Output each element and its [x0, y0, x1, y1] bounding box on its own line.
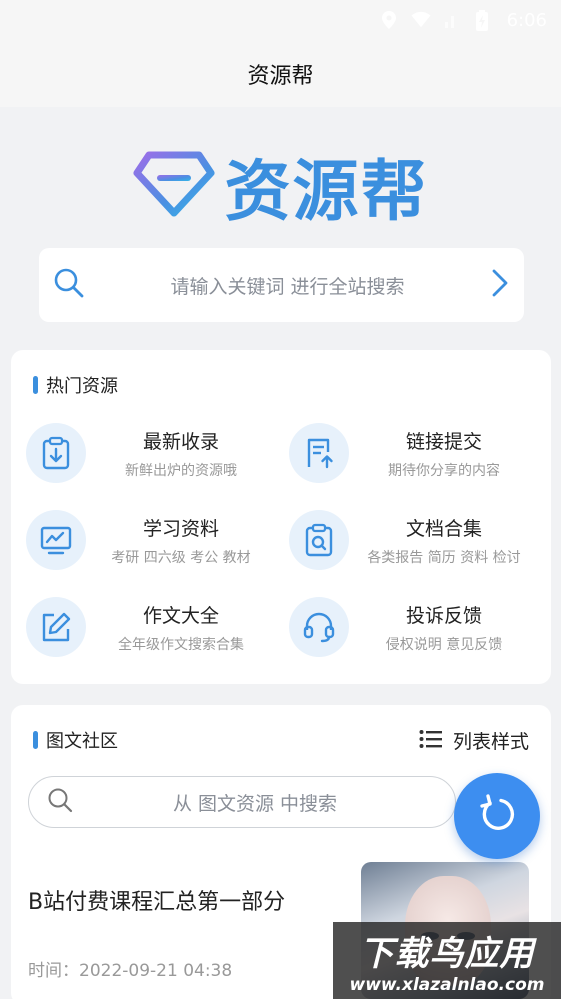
- hot-item-feedback[interactable]: 投诉反馈 侵权说明 意见反馈: [289, 592, 539, 662]
- section-marker: [33, 731, 38, 749]
- community-search-input[interactable]: 从 图文资源 中搜索: [73, 789, 437, 816]
- hot-item-sub: 各类报告 简历 资料 检讨: [367, 549, 521, 566]
- hot-item-label: 最新收录: [142, 430, 219, 453]
- document-upload-icon: [289, 423, 349, 483]
- hot-item-sub: 侵权说明 意见反馈: [385, 636, 503, 653]
- site-search-bar[interactable]: 请输入关键词 进行全站搜索: [39, 248, 524, 322]
- app-header: 资源帮: [0, 40, 561, 107]
- list-style-label[interactable]: 列表样式: [453, 727, 529, 754]
- hot-item-sub: 期待你分享的内容: [388, 462, 500, 479]
- chevron-right-icon[interactable]: [490, 268, 510, 302]
- refresh-button[interactable]: [454, 773, 540, 859]
- community-title: 图文社区: [46, 731, 118, 752]
- chart-monitor-icon: [26, 510, 86, 570]
- wifi-icon: [411, 10, 431, 30]
- watermark: 下载鸟应用 www.xlazalnlao.com: [333, 922, 561, 999]
- hot-item-label: 学习资料: [142, 517, 219, 540]
- list-icon[interactable]: [419, 729, 443, 753]
- hot-item-label: 作文大全: [142, 604, 219, 627]
- hot-item-submit-link[interactable]: 链接提交 期待你分享的内容: [289, 418, 539, 488]
- hot-item-label: 链接提交: [405, 430, 482, 453]
- watermark-line2: www.xlazalnlao.com: [349, 975, 545, 995]
- logo-text: 资源帮: [224, 153, 429, 230]
- battery-icon: [475, 10, 495, 31]
- post-time: 时间：2022-09-21 04:38: [28, 961, 233, 981]
- hot-item-sub: 考研 四六级 考公 教材: [111, 549, 251, 566]
- hot-resources-header: 热门资源: [33, 372, 118, 398]
- signal-icon: [443, 10, 463, 30]
- edit-icon: [26, 597, 86, 657]
- status-bar: 6:06: [0, 0, 561, 40]
- hot-item-label: 文档合集: [405, 517, 482, 540]
- community-search-bar[interactable]: 从 图文资源 中搜索: [28, 776, 456, 828]
- list-style-toggle[interactable]: 列表样式: [419, 727, 529, 754]
- search-icon[interactable]: [47, 787, 73, 817]
- hot-resources-card: 热门资源 最新收录 新鲜出炉的资源哦 链接提交 期待你分享的内容 学习资料 考研…: [11, 350, 551, 684]
- hot-item-study[interactable]: 学习资料 考研 四六级 考公 教材: [26, 505, 276, 575]
- hot-item-label: 投诉反馈: [405, 604, 482, 627]
- hot-item-documents[interactable]: 文档合集 各类报告 简历 资料 检讨: [289, 505, 539, 575]
- hot-item-latest[interactable]: 最新收录 新鲜出炉的资源哦: [26, 418, 276, 488]
- community-header: 图文社区: [33, 727, 118, 753]
- refresh-icon[interactable]: [477, 794, 517, 838]
- hot-resources-title: 热门资源: [46, 376, 118, 397]
- diamond-logo-icon: [133, 151, 215, 221]
- search-icon[interactable]: [53, 267, 85, 303]
- hot-item-sub: 全年级作文搜索合集: [118, 636, 244, 653]
- headset-icon: [289, 597, 349, 657]
- location-icon: [379, 10, 399, 30]
- status-time: 6:06: [506, 9, 547, 31]
- hot-item-essays[interactable]: 作文大全 全年级作文搜索合集: [26, 592, 276, 662]
- page-title: 资源帮: [247, 63, 314, 89]
- app-logo: 资源帮: [0, 138, 561, 234]
- watermark-line1: 下载鸟应用: [359, 934, 535, 974]
- hot-item-sub: 新鲜出炉的资源哦: [125, 462, 237, 479]
- clipboard-download-icon: [26, 423, 86, 483]
- post-title[interactable]: B站付费课程汇总第一部分: [28, 884, 285, 916]
- search-input[interactable]: 请输入关键词 进行全站搜索: [85, 272, 490, 299]
- section-marker: [33, 376, 38, 394]
- clipboard-search-icon: [289, 510, 349, 570]
